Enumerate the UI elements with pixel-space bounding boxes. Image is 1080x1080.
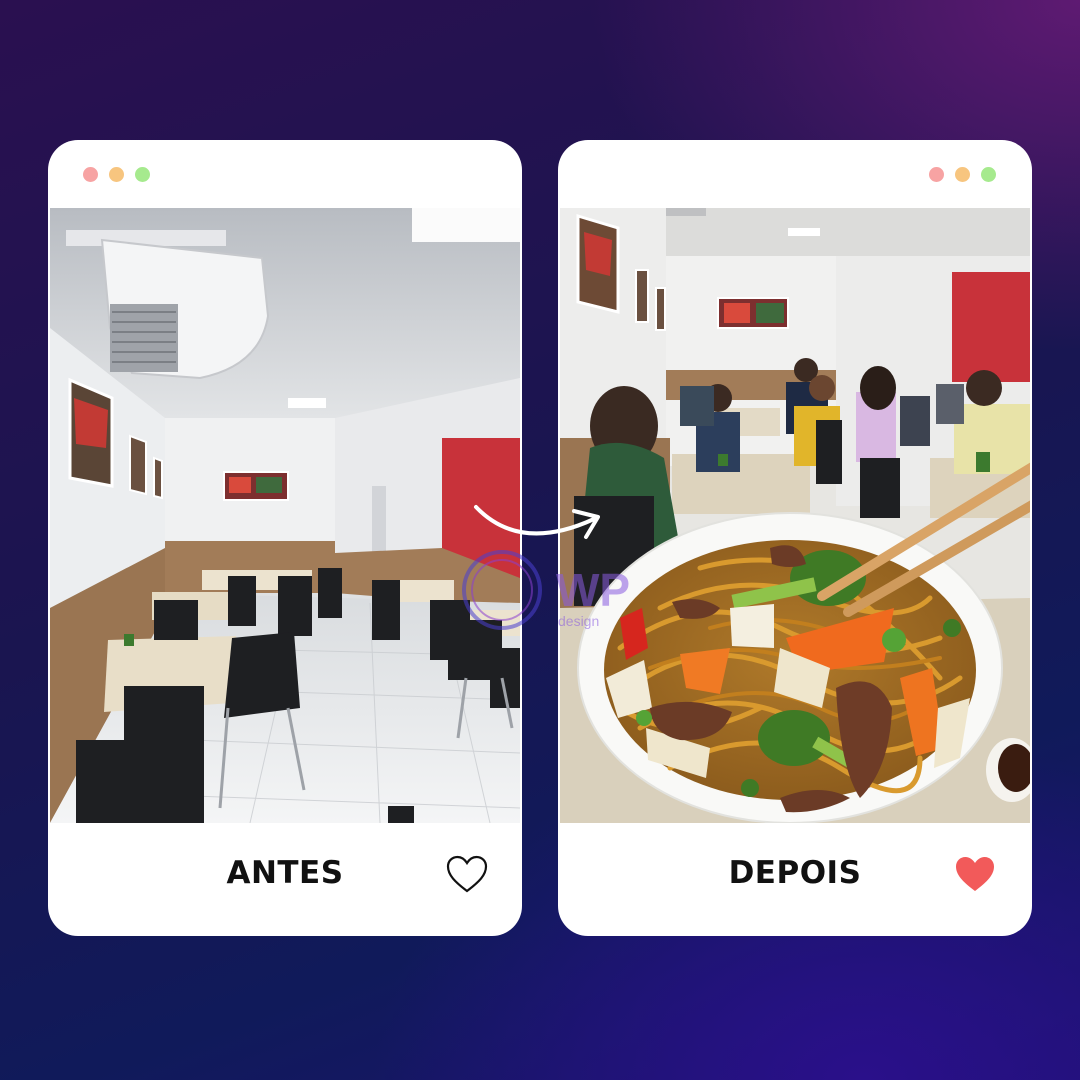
window-dot-red[interactable] xyxy=(929,167,944,182)
after-window-controls xyxy=(929,167,996,182)
window-dot-green[interactable] xyxy=(135,167,150,182)
window-dot-yellow[interactable] xyxy=(955,167,970,182)
before-card: ANTES xyxy=(48,140,522,936)
window-dot-green[interactable] xyxy=(981,167,996,182)
curved-arrow-icon xyxy=(474,505,600,539)
before-window-controls xyxy=(83,167,150,182)
window-dot-red[interactable] xyxy=(83,167,98,182)
window-dot-yellow[interactable] xyxy=(109,167,124,182)
watermark-sub-text: design xyxy=(558,613,599,629)
watermark-logo-text: WP xyxy=(556,564,630,616)
heart-filled-icon[interactable] xyxy=(953,854,997,894)
after-card: DEPOIS xyxy=(558,140,1032,936)
after-photo xyxy=(560,208,1030,823)
watermark-logo: WP design xyxy=(462,550,630,630)
heart-outline-icon[interactable] xyxy=(445,854,489,894)
before-photo xyxy=(50,208,520,823)
